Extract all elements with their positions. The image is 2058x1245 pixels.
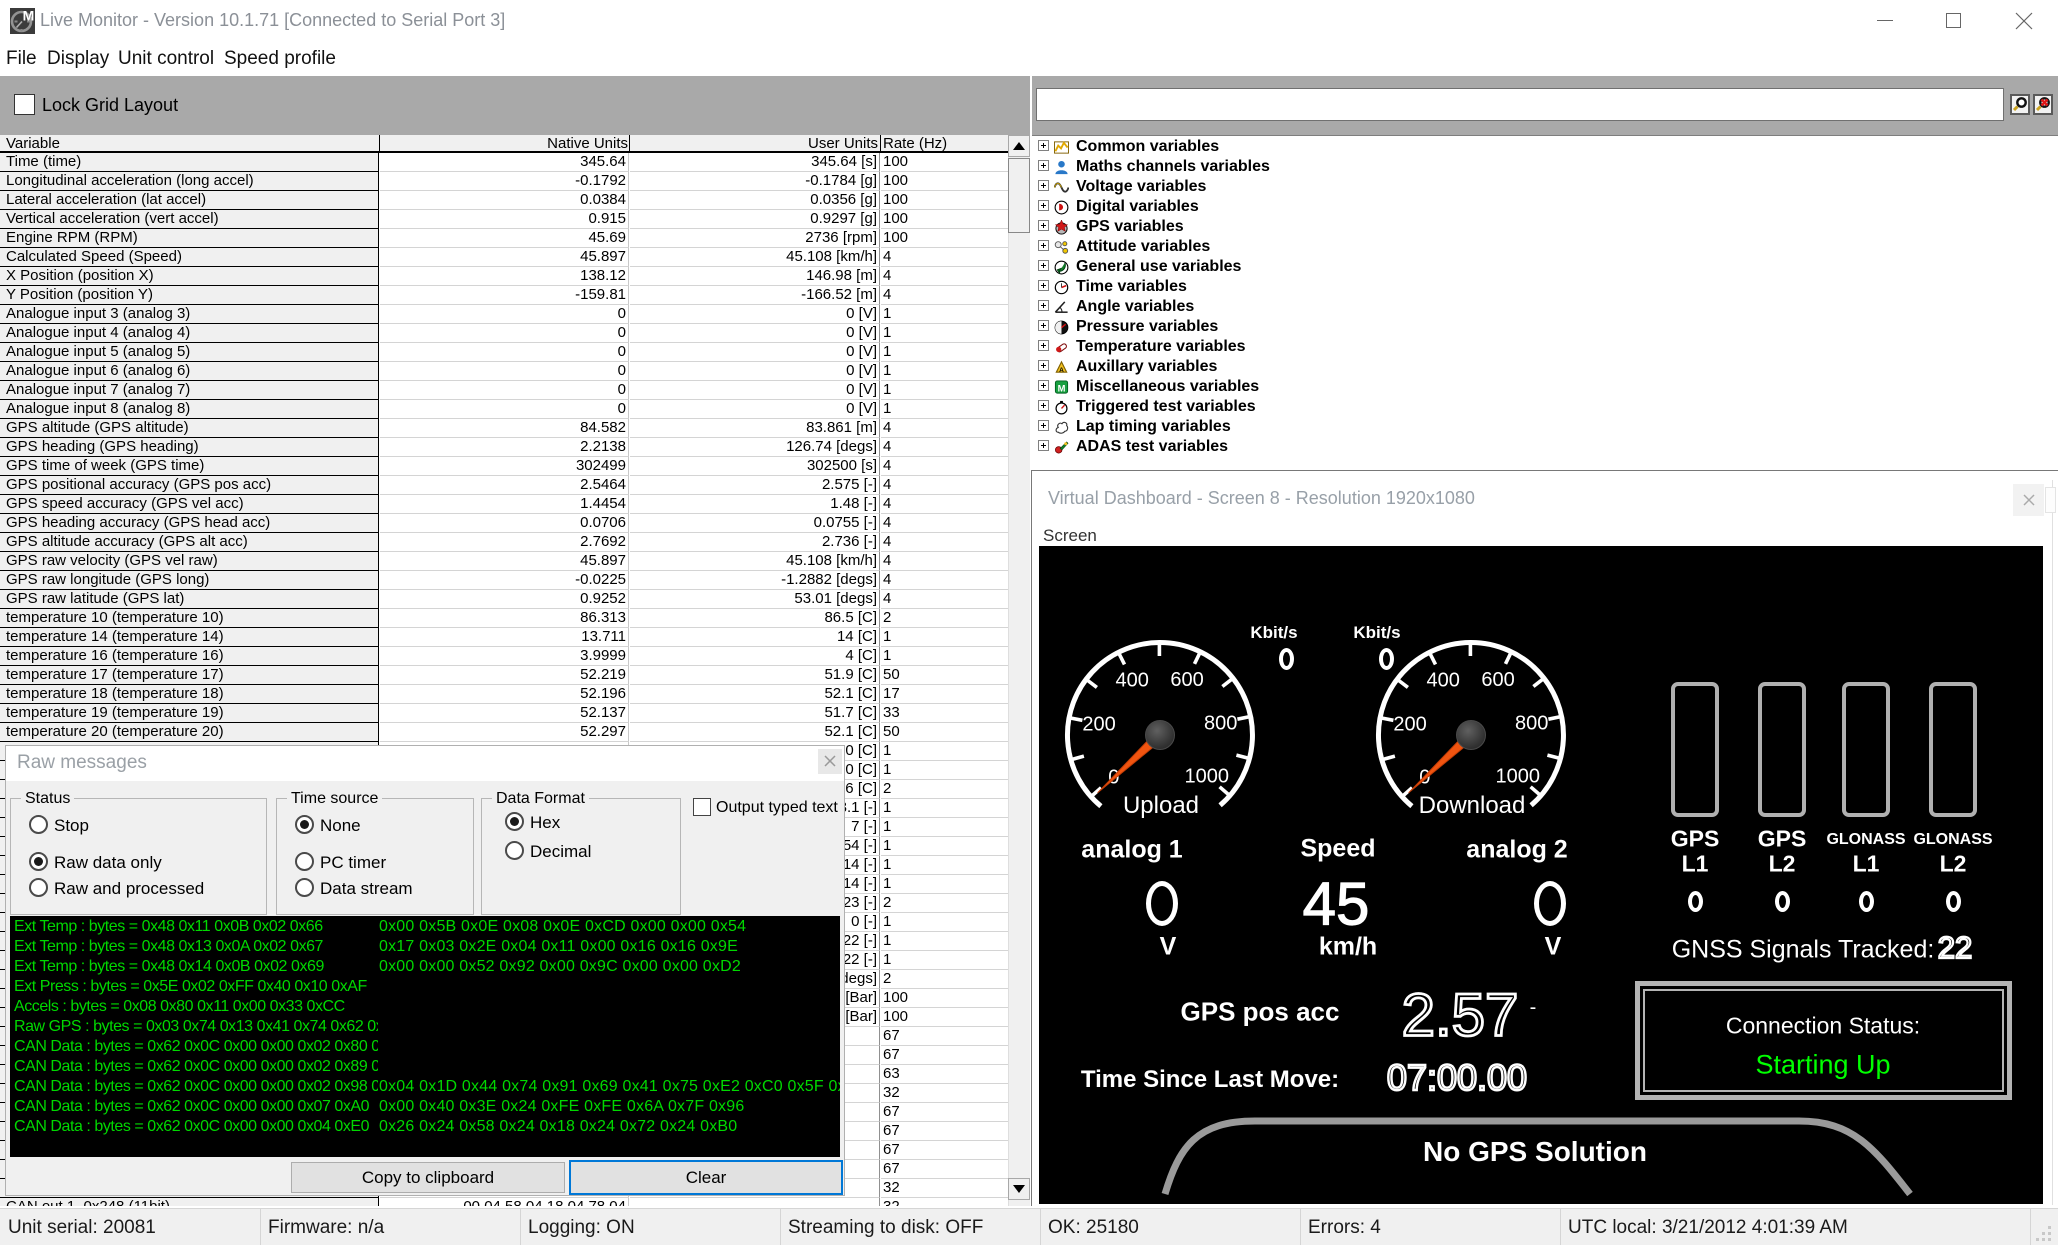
svg-text:1000: 1000 (1185, 766, 1230, 788)
svg-text:600: 600 (1481, 669, 1514, 691)
svg-text:400: 400 (1116, 670, 1149, 692)
svg-text:1000: 1000 (1496, 766, 1541, 788)
svg-text:600: 600 (1170, 669, 1203, 691)
svg-text:M: M (23, 8, 35, 24)
svg-text:800: 800 (1515, 713, 1548, 735)
svg-text:200: 200 (1082, 713, 1115, 735)
svg-text:400: 400 (1427, 670, 1460, 692)
svg-text:A: A (1059, 367, 1064, 374)
svg-text:200: 200 (1393, 713, 1426, 735)
svg-text:M: M (1058, 383, 1066, 393)
svg-text:800: 800 (1204, 713, 1237, 735)
